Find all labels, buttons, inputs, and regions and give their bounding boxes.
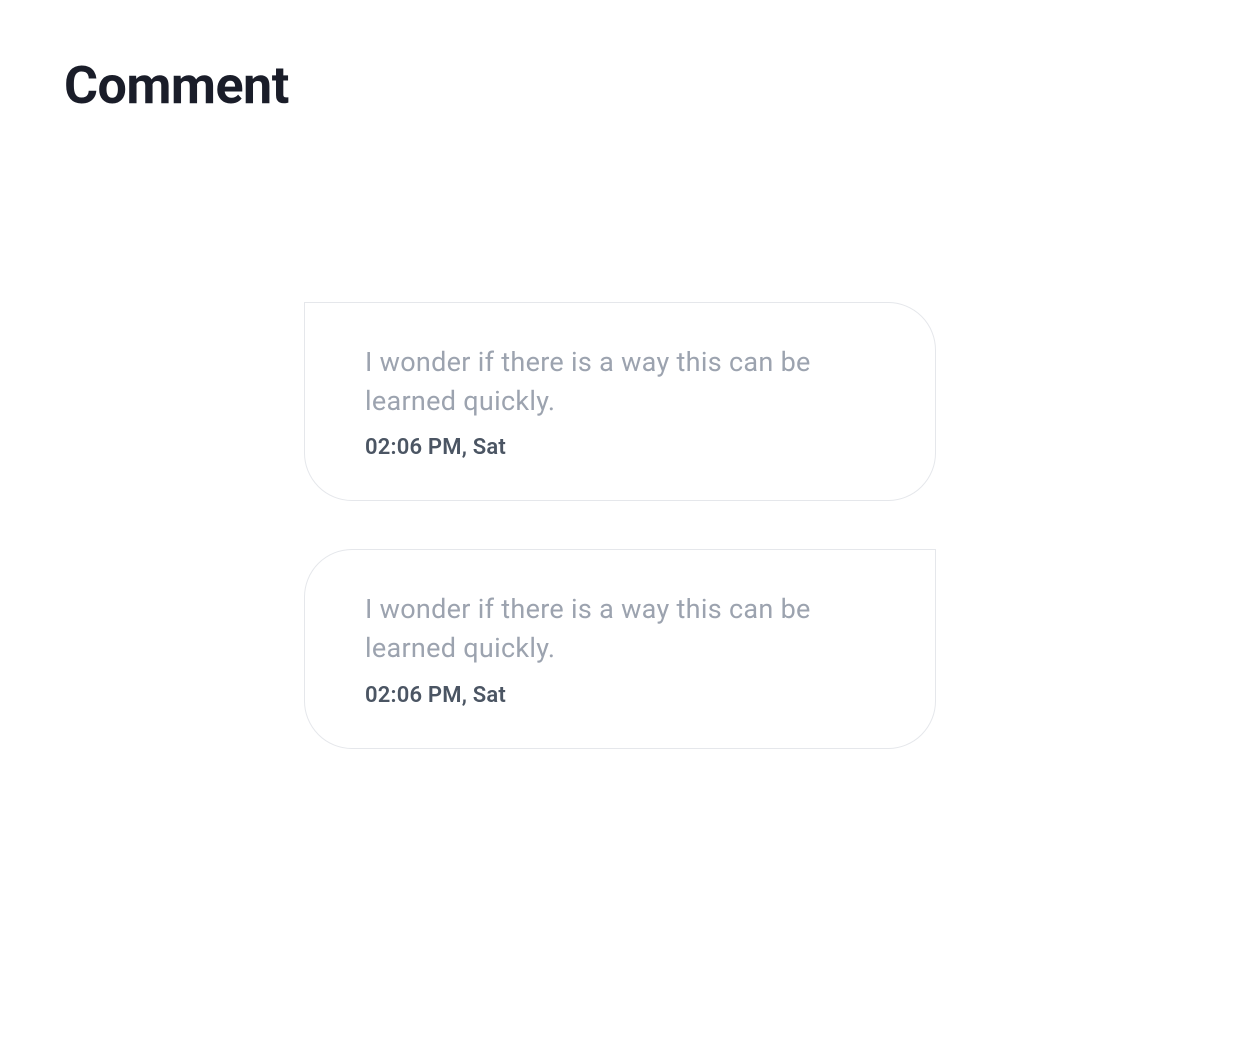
comment-item: I wonder if there is a way this can be l…: [304, 549, 936, 748]
comment-item: I wonder if there is a way this can be l…: [304, 302, 936, 501]
comment-timestamp: 02:06 PM, Sat: [365, 435, 875, 460]
comment-text: I wonder if there is a way this can be l…: [365, 590, 875, 668]
comment-text: I wonder if there is a way this can be l…: [365, 343, 875, 421]
page-title: Comment: [0, 0, 1240, 116]
comment-timestamp: 02:06 PM, Sat: [365, 683, 875, 708]
comments-list: I wonder if there is a way this can be l…: [0, 302, 1240, 749]
